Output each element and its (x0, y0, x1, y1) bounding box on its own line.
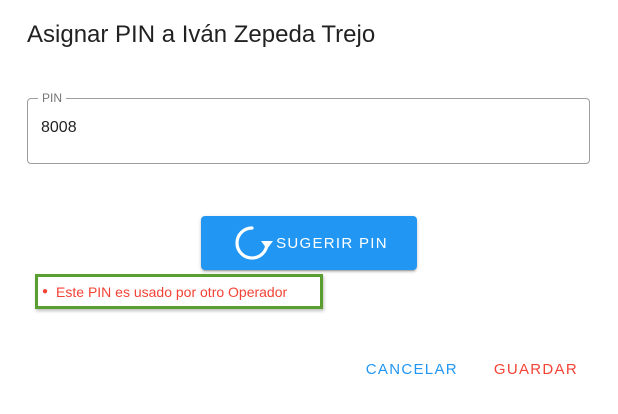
assign-pin-dialog: Asignar PIN a Iván Zepeda Trejo PIN SUGE… (0, 0, 618, 414)
pin-field[interactable]: PIN (27, 91, 590, 164)
dialog-actions: CANCELAR GUARDAR (364, 357, 580, 382)
refresh-icon (230, 221, 274, 265)
error-message-box: ● Este PIN es usado por otro Operador (35, 274, 323, 309)
save-button[interactable]: GUARDAR (492, 357, 580, 382)
suggest-pin-button[interactable]: SUGERIR PIN (201, 216, 417, 270)
suggest-pin-label: SUGERIR PIN (276, 234, 388, 252)
pin-input[interactable] (41, 119, 541, 137)
cancel-button[interactable]: CANCELAR (364, 357, 460, 382)
error-bullet-icon: ● (42, 285, 49, 297)
pin-field-label: PIN (38, 91, 67, 105)
dialog-title: Asignar PIN a Iván Zepeda Trejo (27, 21, 376, 48)
error-message: Este PIN es usado por otro Operador (56, 283, 288, 300)
